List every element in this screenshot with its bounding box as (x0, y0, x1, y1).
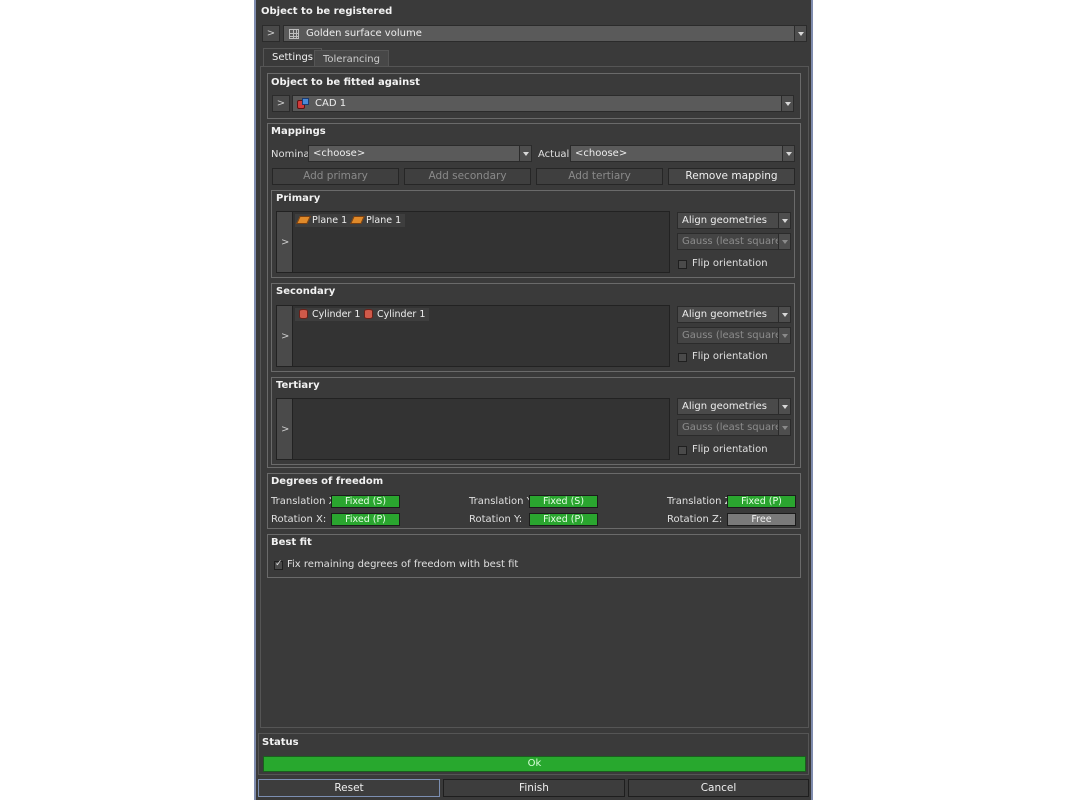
fit-against-group: Object to be fitted against > CAD 1 (267, 73, 801, 119)
translation-x-status[interactable]: Fixed (S) (331, 495, 400, 508)
primary-mapping-list[interactable]: > Plane 1 Plane 1 (276, 211, 670, 273)
best-fit-label: Fix remaining degrees of freedom with be… (287, 559, 519, 570)
primary-expander-button[interactable]: > (277, 212, 293, 272)
registration-dialog: Object to be registered > Golden surface… (254, 0, 813, 800)
registered-expander-button[interactable]: > (262, 25, 280, 42)
secondary-mapping-list[interactable]: > Cylinder 1 Cylinder 1 (276, 305, 670, 367)
status-title: Status (262, 737, 299, 748)
tertiary-flip-label: Flip orientation (692, 444, 768, 455)
add-secondary-button[interactable]: Add secondary (404, 168, 531, 185)
registered-object-combo[interactable]: Golden surface volume (283, 25, 807, 42)
grid-icon (289, 29, 299, 39)
plane-icon (350, 216, 365, 224)
rotation-x-label: Rotation X: (271, 514, 327, 525)
best-fit-checkbox[interactable] (274, 559, 283, 570)
add-tertiary-button[interactable]: Add tertiary (536, 168, 663, 185)
tertiary-method-combo[interactable]: Gauss (least squares) (677, 419, 791, 436)
rotation-x-status[interactable]: Fixed (P) (331, 513, 400, 526)
dof-title: Degrees of freedom (271, 476, 384, 487)
list-item[interactable]: Plane 1 (349, 214, 406, 227)
tertiary-flip-checkbox[interactable] (678, 446, 687, 455)
fit-against-combo[interactable]: CAD 1 (292, 95, 794, 112)
tertiary-align-combo[interactable]: Align geometries (677, 398, 791, 415)
rotation-y-label: Rotation Y: (469, 514, 523, 525)
mappings-title: Mappings (271, 126, 326, 137)
reset-button[interactable]: Reset (258, 779, 440, 797)
tertiary-mapping-list[interactable]: > (276, 398, 670, 460)
secondary-expander-button[interactable]: > (277, 306, 293, 366)
rotation-z-status[interactable]: Free (727, 513, 796, 526)
status-group: Status Ok (258, 733, 809, 775)
cylinder-icon (299, 309, 308, 319)
secondary-align-combo[interactable]: Align geometries (677, 306, 791, 323)
fit-against-value: CAD 1 (315, 98, 347, 109)
primary-flip-label: Flip orientation (692, 258, 768, 269)
primary-align-combo[interactable]: Align geometries (677, 212, 791, 229)
actual-value: <choose> (575, 148, 628, 159)
best-fit-title: Best fit (271, 537, 312, 548)
actual-combo[interactable]: <choose> (570, 145, 795, 162)
secondary-flip-checkbox[interactable] (678, 353, 687, 362)
chevron-down-icon (778, 328, 790, 343)
chevron-down-icon (781, 96, 793, 111)
chevron-down-icon (782, 146, 794, 161)
chevron-down-icon (778, 399, 790, 414)
tertiary-title: Tertiary (276, 380, 320, 391)
object-registered-title: Object to be registered (261, 6, 393, 17)
chevron-down-icon (778, 420, 790, 435)
translation-z-status[interactable]: Fixed (P) (727, 495, 796, 508)
primary-flip-checkbox[interactable] (678, 260, 687, 269)
dof-group: Degrees of freedom Translation X: Fixed … (267, 473, 801, 529)
tertiary-expander-button[interactable]: > (277, 399, 293, 459)
primary-method-combo[interactable]: Gauss (least squares) (677, 233, 791, 250)
remove-mapping-button[interactable]: Remove mapping (668, 168, 795, 185)
settings-tab-content: Object to be fitted against > CAD 1 Mapp… (260, 66, 809, 728)
translation-y-label: Translation Y: (469, 496, 535, 507)
list-item[interactable]: Plane 1 (295, 214, 352, 227)
fit-against-title: Object to be fitted against (271, 77, 420, 88)
chevron-down-icon (794, 26, 806, 41)
fit-against-expander-button[interactable]: > (272, 95, 290, 112)
plane-icon (296, 216, 311, 224)
chevron-down-icon (778, 213, 790, 228)
actual-label: Actual (538, 149, 570, 160)
cylinder-icon (364, 309, 373, 319)
chevron-down-icon (519, 146, 531, 161)
rotation-y-status[interactable]: Fixed (P) (529, 513, 598, 526)
registered-object-value: Golden surface volume (306, 28, 422, 39)
translation-z-label: Translation Z: (667, 496, 735, 507)
cancel-button[interactable]: Cancel (628, 779, 809, 797)
nominal-label: Nominal (271, 149, 313, 160)
finish-button[interactable]: Finish (443, 779, 625, 797)
nominal-combo[interactable]: <choose> (308, 145, 532, 162)
secondary-method-combo[interactable]: Gauss (least squares) (677, 327, 791, 344)
chevron-down-icon (778, 234, 790, 249)
secondary-flip-label: Flip orientation (692, 351, 768, 362)
translation-y-status[interactable]: Fixed (S) (529, 495, 598, 508)
list-item[interactable]: Cylinder 1 (295, 308, 365, 321)
status-badge: Ok (263, 756, 806, 772)
list-item[interactable]: Cylinder 1 (360, 308, 430, 321)
nominal-value: <choose> (313, 148, 366, 159)
cad-icon (297, 98, 309, 110)
secondary-title: Secondary (276, 286, 336, 297)
tertiary-group: Tertiary > Align geometries Gauss (least… (271, 377, 795, 465)
primary-title: Primary (276, 193, 321, 204)
best-fit-group: Best fit Fix remaining degrees of freedo… (267, 534, 801, 578)
translation-x-label: Translation X: (271, 496, 339, 507)
add-primary-button[interactable]: Add primary (272, 168, 399, 185)
primary-group: Primary > Plane 1 Plane 1 Align geometri… (271, 190, 795, 278)
secondary-group: Secondary > Cylinder 1 Cylinder 1 Align … (271, 283, 795, 372)
chevron-down-icon (778, 307, 790, 322)
tab-tolerancing[interactable]: Tolerancing (314, 50, 389, 66)
mappings-group: Mappings Nominal <choose> Actual <choose… (267, 123, 801, 468)
rotation-z-label: Rotation Z: (667, 514, 723, 525)
